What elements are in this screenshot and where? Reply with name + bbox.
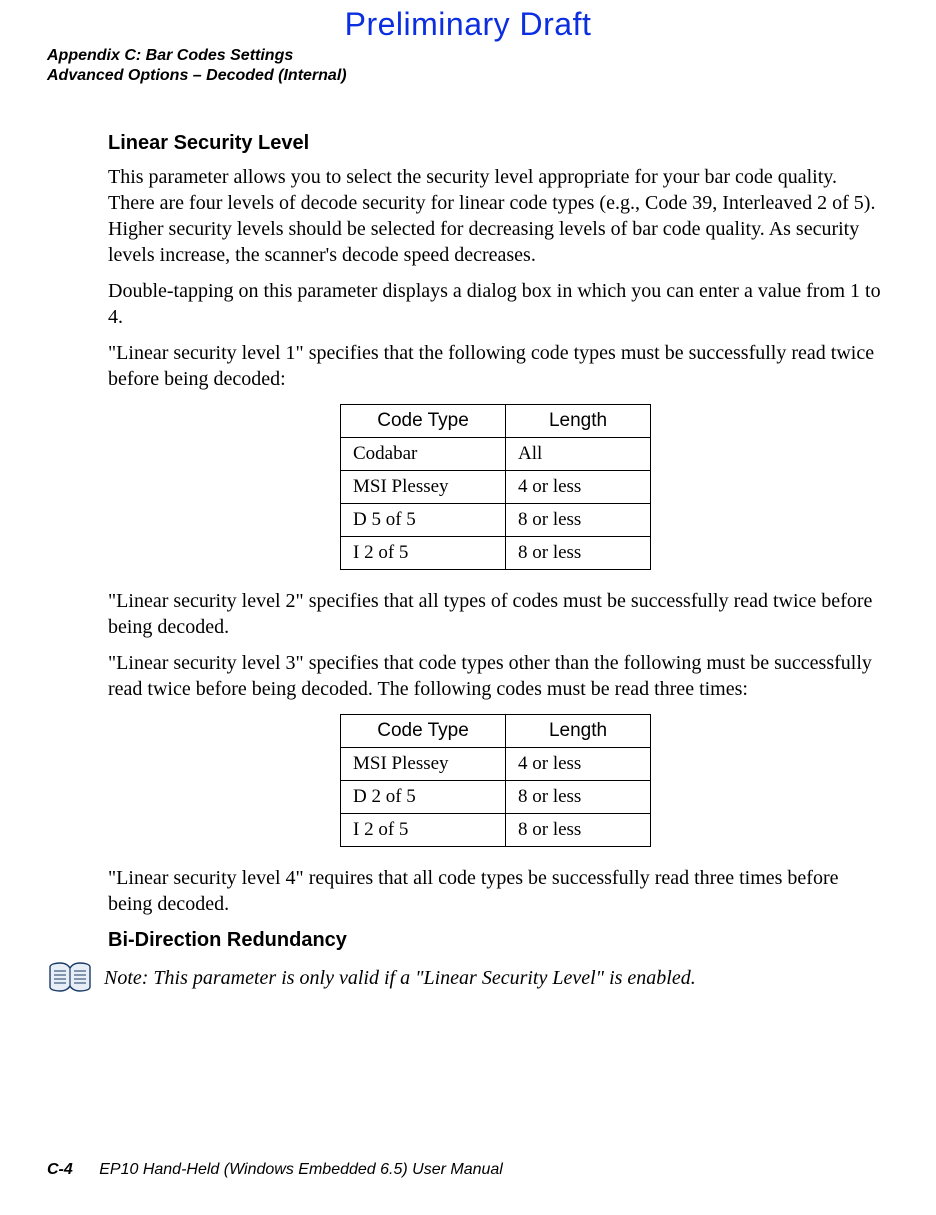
table-row: I 2 of 5 8 or less [341, 814, 651, 847]
table-row: MSI Plessey 4 or less [341, 471, 651, 504]
table-header-cell: Code Type [341, 405, 506, 438]
page-content: Linear Security Level This parameter all… [108, 130, 883, 995]
table-cell: 8 or less [506, 504, 651, 537]
table-cell: 4 or less [506, 748, 651, 781]
code-type-table-1: Code Type Length Codabar All MSI Plessey… [340, 404, 651, 570]
note-text: Note: This parameter is only valid if a … [104, 961, 696, 991]
table-cell: 8 or less [506, 781, 651, 814]
table-cell: D 2 of 5 [341, 781, 506, 814]
table-header-row: Code Type Length [341, 405, 651, 438]
page-header: Appendix C: Bar Codes Settings Advanced … [47, 46, 347, 86]
table-cell: I 2 of 5 [341, 814, 506, 847]
section-heading-linear-security: Linear Security Level [108, 130, 883, 156]
footer-book-title: EP10 Hand-Held (Windows Embedded 6.5) Us… [99, 1161, 503, 1178]
code-type-table-2: Code Type Length MSI Plessey 4 or less D… [340, 714, 651, 847]
paragraph: "Linear security level 4" requires that … [108, 865, 883, 917]
table-cell: MSI Plessey [341, 471, 506, 504]
table-row: I 2 of 5 8 or less [341, 537, 651, 570]
table-header-cell: Code Type [341, 715, 506, 748]
section-heading-bidirection: Bi-Direction Redundancy [108, 927, 883, 953]
paragraph: "Linear security level 1" specifies that… [108, 340, 883, 392]
page-footer: C-4 EP10 Hand-Held (Windows Embedded 6.5… [47, 1161, 503, 1179]
table-row: Codabar All [341, 438, 651, 471]
table-header-cell: Length [506, 715, 651, 748]
page-number: C-4 [47, 1161, 73, 1178]
table-cell: D 5 of 5 [341, 504, 506, 537]
table-cell: I 2 of 5 [341, 537, 506, 570]
table-cell: All [506, 438, 651, 471]
paragraph: Double-tapping on this parameter display… [108, 278, 883, 330]
table-header-cell: Length [506, 405, 651, 438]
table-row: D 2 of 5 8 or less [341, 781, 651, 814]
document-page: Preliminary Draft Appendix C: Bar Codes … [0, 0, 936, 1215]
table-row: MSI Plessey 4 or less [341, 748, 651, 781]
book-icon [46, 961, 94, 995]
table-row: D 5 of 5 8 or less [341, 504, 651, 537]
watermark-text: Preliminary Draft [0, 6, 936, 43]
table-cell: 4 or less [506, 471, 651, 504]
paragraph: "Linear security level 3" specifies that… [108, 650, 883, 702]
table-cell: MSI Plessey [341, 748, 506, 781]
table-cell: 8 or less [506, 537, 651, 570]
header-line-1: Appendix C: Bar Codes Settings [47, 46, 347, 66]
table-cell: 8 or less [506, 814, 651, 847]
note-block: Note: This parameter is only valid if a … [46, 961, 883, 995]
header-line-2: Advanced Options – Decoded (Internal) [47, 66, 347, 86]
paragraph: This parameter allows you to select the … [108, 164, 883, 268]
table-header-row: Code Type Length [341, 715, 651, 748]
table-cell: Codabar [341, 438, 506, 471]
paragraph: "Linear security level 2" specifies that… [108, 588, 883, 640]
